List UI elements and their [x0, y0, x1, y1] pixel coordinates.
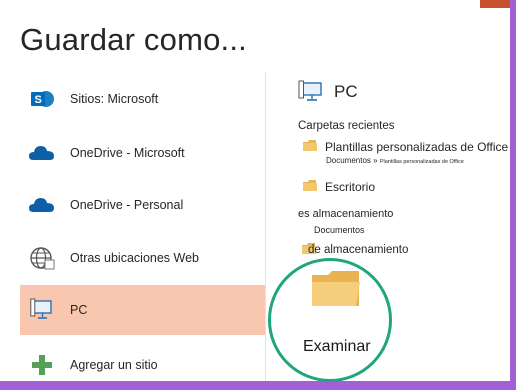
recent-folder-item[interactable]: Plantillas personalizadas de Office [303, 140, 508, 154]
pc-heading: PC [298, 80, 358, 104]
folder-name: de almacenamiento [308, 244, 409, 256]
location-label: Agregar un sitio [70, 358, 158, 372]
recent-folder-item[interactable]: de almacenamiento [302, 243, 408, 257]
folder-icon [303, 140, 317, 154]
location-sitios-microsoft[interactable]: S Sitios: Microsoft [20, 74, 265, 124]
location-pc[interactable]: PC [20, 285, 265, 335]
svg-text:S: S [35, 94, 42, 106]
pc-heading-label: PC [334, 82, 358, 101]
save-as-panel: Guardar como... S Sitios: Microsoft OneD… [0, 0, 510, 382]
folder-name: Escritorio [325, 180, 376, 194]
sharepoint-icon: S [28, 85, 56, 113]
recent-folder-item[interactable]: es almacenamiento [298, 208, 393, 220]
page-title: Guardar como... [20, 22, 247, 57]
folder-icon [303, 180, 317, 194]
location-agregar-sitio[interactable]: Agregar un sitio [20, 340, 265, 390]
location-label: PC [70, 303, 88, 317]
browse-folder-icon[interactable] [311, 270, 361, 313]
folder-name: es almacenamiento [298, 208, 394, 220]
onedrive-cloud-icon [28, 191, 56, 219]
location-label: OneDrive - Personal [70, 198, 184, 212]
globe-icon [28, 244, 56, 272]
location-otras-ubicaciones-web[interactable]: Otras ubicaciones Web [20, 233, 265, 283]
browse-button[interactable]: Examinar [303, 338, 371, 356]
folder-name: Plantillas personalizadas de Office [325, 140, 509, 154]
location-label: OneDrive - Microsoft [70, 146, 185, 160]
folder-path: Documentos » Plantillas personalizadas d… [326, 156, 464, 165]
folder-path: Documentos [314, 225, 365, 235]
window-accent-bar [480, 0, 510, 8]
recent-folders-label: Carpetas recientes [298, 120, 395, 132]
location-onedrive-personal[interactable]: OneDrive - Personal [20, 180, 265, 230]
plus-icon [28, 351, 56, 379]
pc-monitor-icon [298, 80, 324, 104]
pc-monitor-icon [28, 296, 56, 324]
onedrive-cloud-icon [28, 139, 56, 167]
location-label: Sitios: Microsoft [70, 92, 159, 106]
location-onedrive-microsoft[interactable]: OneDrive - Microsoft [20, 128, 265, 178]
location-label: Otras ubicaciones Web [70, 251, 199, 265]
recent-folder-item[interactable]: Escritorio [303, 180, 375, 194]
